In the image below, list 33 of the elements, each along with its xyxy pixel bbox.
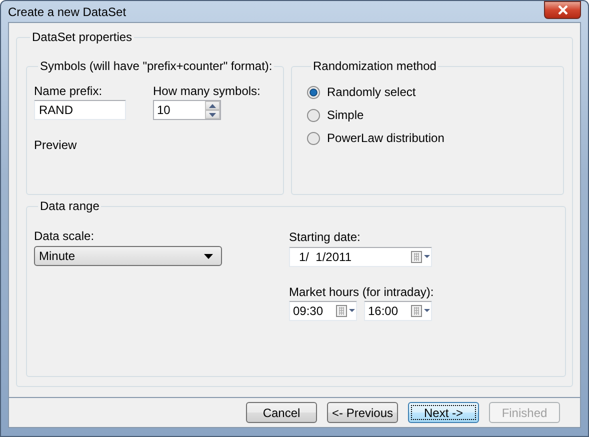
- calendar-icon: [411, 305, 431, 317]
- dropdown-arrow-icon: [204, 254, 213, 258]
- radio-option[interactable]: Randomly select: [307, 85, 555, 99]
- close-icon: [556, 5, 568, 15]
- time-picker[interactable]: 09:30: [289, 301, 357, 321]
- field-label: How many symbols:: [153, 84, 260, 98]
- spin-down-button[interactable]: [205, 110, 220, 119]
- calendar-icon: [336, 305, 356, 317]
- group-title: Randomization method: [312, 59, 438, 73]
- radio-option[interactable]: PowerLaw distribution: [307, 131, 555, 145]
- close-button[interactable]: [544, 1, 581, 19]
- up-arrow-icon: [209, 104, 216, 108]
- date-picker[interactable]: 1/ 1/2011: [289, 247, 432, 267]
- group-title: Data range: [39, 199, 100, 213]
- dialog-button[interactable]: Next ->: [408, 402, 479, 423]
- dialog-button[interactable]: Cancel: [246, 402, 317, 423]
- calendar-icon: [411, 251, 431, 263]
- radio-option[interactable]: Simple: [307, 108, 555, 122]
- down-arrow-icon: [209, 112, 216, 116]
- group-title: Symbols (will have "prefix+counter" format):: [39, 59, 274, 73]
- window-title: Create a new DataSet: [8, 4, 126, 18]
- time-picker[interactable]: 16:00: [364, 301, 432, 321]
- name-prefix-field[interactable]: RAND: [34, 100, 126, 120]
- field-label: Market hours (for intraday):: [289, 285, 434, 299]
- field-label: Name prefix:: [34, 84, 104, 98]
- data-scale-dropdown[interactable]: Minute: [34, 246, 222, 266]
- field-label: Starting date:: [289, 230, 362, 244]
- spin-up-button[interactable]: [205, 101, 220, 110]
- group-title: DataSet properties: [31, 30, 134, 44]
- dialog-button[interactable]: <- Previous: [327, 402, 398, 423]
- field-label: Data scale:: [34, 229, 96, 243]
- symbol-count-spinner[interactable]: 10: [153, 100, 221, 120]
- preview-label: Preview: [34, 138, 77, 152]
